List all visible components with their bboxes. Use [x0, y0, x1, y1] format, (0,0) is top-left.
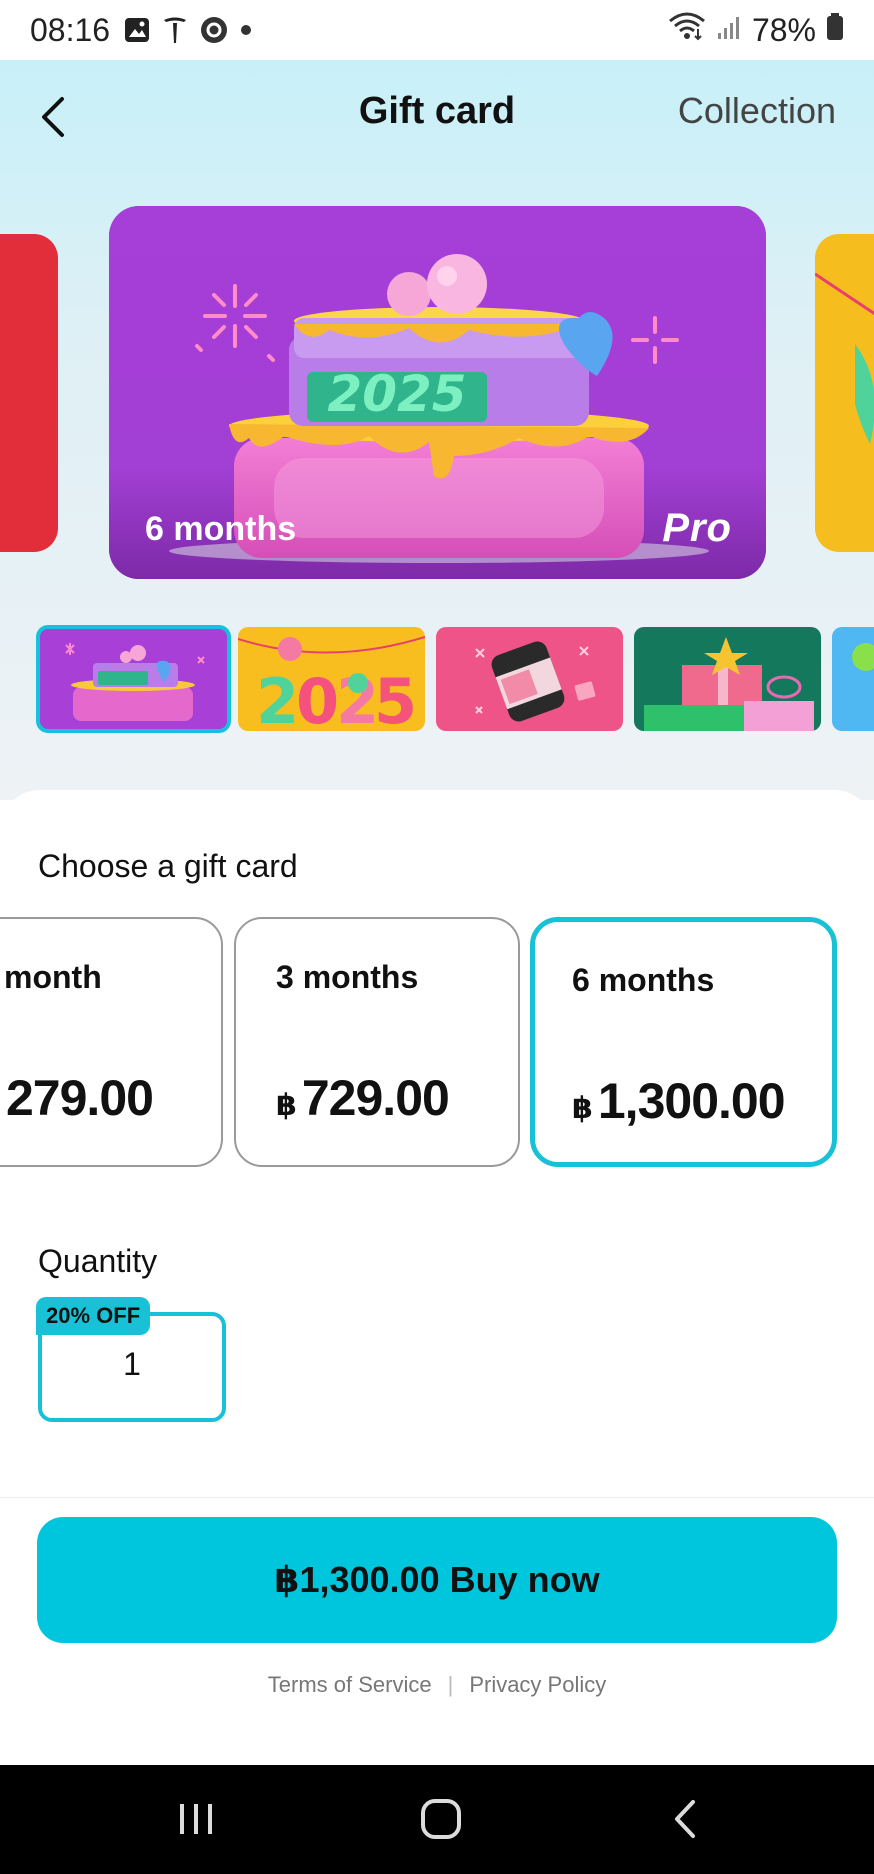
- carousel-card-prev[interactable]: [0, 234, 58, 552]
- dot-icon: [240, 24, 252, 36]
- hero-card-label: 6 months: [145, 510, 297, 548]
- legal-links: Terms of Service | Privacy Policy: [0, 1672, 874, 1698]
- collection-button[interactable]: Collection: [678, 90, 836, 132]
- thumbnail-blue[interactable]: [832, 627, 874, 731]
- back-button[interactable]: [28, 90, 78, 144]
- quantity-value[interactable]: 1: [38, 1346, 226, 1383]
- currency-symbol: ฿: [572, 1092, 593, 1125]
- wifi-icon: [668, 11, 706, 49]
- currency-symbol: ฿: [276, 1089, 297, 1122]
- system-nav-bar: [0, 1765, 874, 1874]
- divider: [0, 1497, 874, 1498]
- recent-apps-icon: [180, 1804, 212, 1834]
- option-price-value: 729.00: [301, 1070, 450, 1126]
- option-price-value: 279.00: [6, 1070, 154, 1126]
- thumbnail-cake[interactable]: [36, 625, 231, 733]
- option-name: 3 months: [276, 959, 419, 995]
- thumbnail-strip: 2 0 2 5: [0, 625, 874, 733]
- option-3-months[interactable]: 3 months ฿ 729.00: [234, 917, 520, 1167]
- battery-percent: 78%: [751, 11, 816, 48]
- tesla-icon: [162, 16, 188, 44]
- terms-of-service-link[interactable]: Terms of Service: [268, 1672, 432, 1698]
- option-price-value: 1,300.00: [597, 1073, 786, 1129]
- status-time: 08:16: [30, 11, 111, 48]
- option-price: ฿ 1,300.00: [572, 1072, 786, 1130]
- hero-gift-card[interactable]: 2025 6 months Pro: [109, 206, 766, 579]
- carousel-card-next[interactable]: [815, 234, 874, 552]
- battery-icon: [826, 12, 844, 49]
- thumbnail-2025[interactable]: 2 0 2 5: [238, 627, 425, 731]
- brand-logo: Pro: [662, 506, 732, 550]
- buy-now-button[interactable]: ฿1,300.00 Buy now: [37, 1517, 837, 1643]
- svg-text:5: 5: [374, 665, 417, 731]
- option-6-months[interactable]: 6 months ฿ 1,300.00: [530, 917, 837, 1167]
- option-price: ฿ 729.00: [276, 1069, 450, 1127]
- status-bar: 08:16 78%: [0, 0, 874, 60]
- svg-text:0: 0: [296, 665, 339, 731]
- app-header: Gift card Collection: [0, 60, 874, 170]
- option-name: month: [4, 959, 102, 995]
- thumbnail-happy-can[interactable]: [436, 627, 623, 731]
- legal-separator: |: [447, 1672, 454, 1697]
- record-icon: [200, 16, 228, 44]
- system-back-button[interactable]: [656, 1791, 716, 1847]
- back-icon: [675, 1800, 695, 1838]
- discount-badge: 20% OFF: [36, 1297, 151, 1335]
- option-name: 6 months: [572, 962, 715, 998]
- svg-text:2: 2: [256, 665, 299, 731]
- home-button[interactable]: [411, 1791, 471, 1847]
- quantity-title: Quantity: [38, 1243, 158, 1279]
- cake-text: 2025: [327, 365, 466, 423]
- home-icon: [421, 1799, 461, 1839]
- privacy-policy-link[interactable]: Privacy Policy: [469, 1672, 606, 1698]
- chevron-left-icon: [42, 97, 64, 137]
- signal-icon: [716, 12, 742, 49]
- option-price: 279.00: [6, 1069, 154, 1127]
- recent-apps-button[interactable]: [166, 1791, 226, 1847]
- gallery-icon: [124, 17, 150, 43]
- choose-gift-card-title: Choose a gift card: [38, 848, 298, 884]
- option-1-month[interactable]: month 279.00: [0, 917, 223, 1167]
- thumbnail-gift-boxes[interactable]: [634, 627, 821, 731]
